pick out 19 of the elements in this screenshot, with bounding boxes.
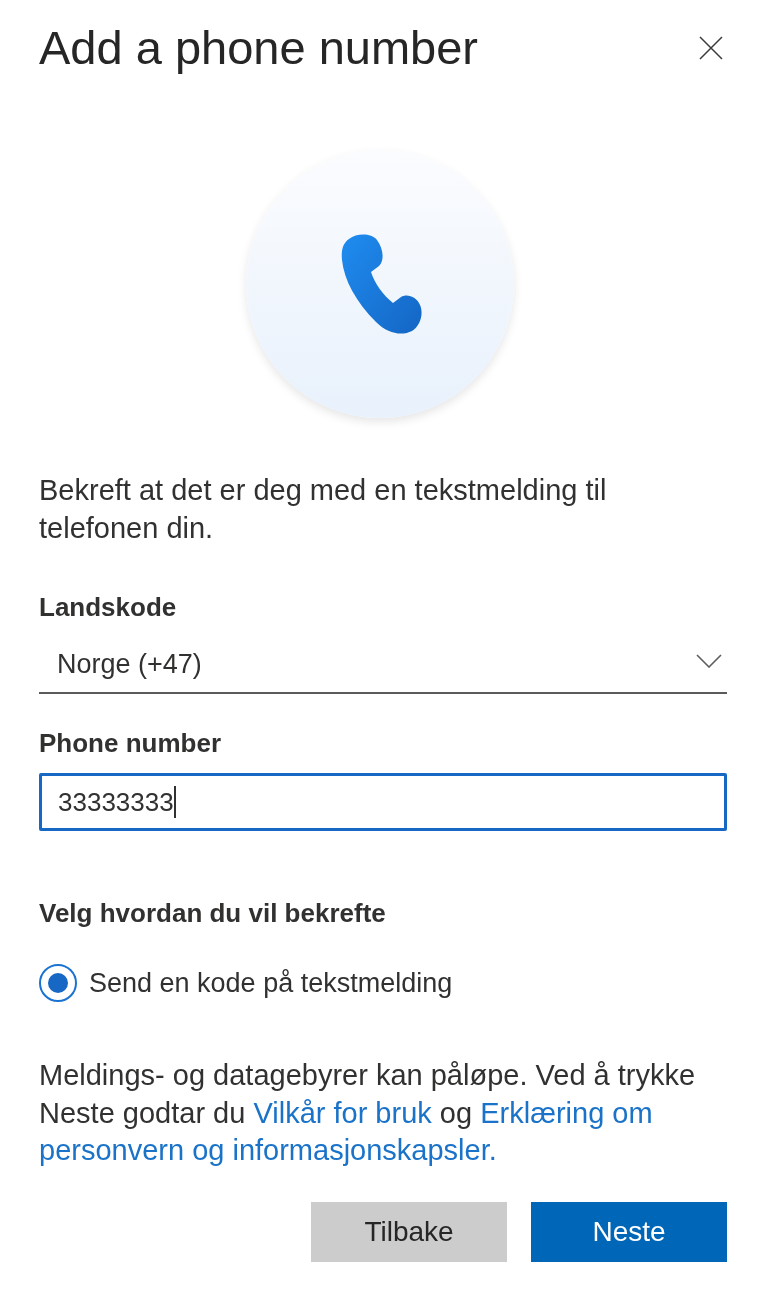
close-button[interactable]	[699, 36, 723, 60]
dialog-title: Add a phone number	[39, 20, 478, 76]
country-code-label: Landskode	[39, 591, 178, 624]
phone-number-label: Phone number	[39, 727, 222, 760]
back-button[interactable]: Tilbake	[311, 1201, 507, 1262]
text-cursor	[173, 786, 176, 818]
verify-method-label: Velg hvordan du vil bekrefte	[39, 897, 387, 930]
country-code-dropdown[interactable]: Norge (+47)	[39, 637, 727, 694]
link[interactable]: personvern og informasjonskapsler.	[39, 1134, 497, 1166]
chevron-down-icon	[696, 653, 722, 668]
radio-button[interactable]	[39, 964, 77, 1002]
notice-text: Meldings- og datagebyrer kan påløpe. Ved å trykke Neste godtar du Vilkår for bruk og Erklæring om personvern og informasjonskapsler.	[39, 1058, 697, 1168]
intro-text: Bekreft at det er deg med en tekstmelding til telefonen din.	[39, 473, 608, 546]
link[interactable]: Erklæring om	[480, 1096, 653, 1129]
link[interactable]: Vilkår for bruk	[253, 1096, 432, 1129]
radio-label[interactable]: Send en kode på tekstmelding	[89, 967, 453, 999]
next-button[interactable]: Neste	[531, 1201, 727, 1262]
close-icon	[699, 36, 723, 60]
phone-number-field[interactable]: 33333333	[39, 773, 727, 831]
